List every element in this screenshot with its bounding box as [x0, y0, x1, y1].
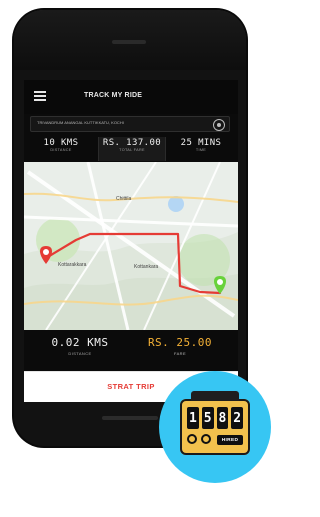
map-label-1: Kottarakkara [58, 262, 87, 268]
meter-digits: 1 5 8 2 [187, 407, 243, 429]
locate-me-icon[interactable] [213, 119, 225, 131]
map-label-2: Kottankara [134, 264, 158, 270]
meter-knob-1 [187, 434, 197, 444]
map-view[interactable]: Chittila Kottarakkara Kottankara [24, 162, 238, 330]
stat-time-label: TIME [195, 148, 207, 152]
top-app-bar: TRACK MY RIDE [24, 80, 238, 114]
map-label-0: Chittila [116, 196, 132, 202]
meter-knob-2 [201, 434, 211, 444]
app-screen: TRACK MY RIDE TRIVANDRUM ANANGAL KUTTIKK… [24, 80, 238, 402]
stat-time: 25 MINS TIME [168, 137, 234, 161]
current-distance-value: 0.02 KMS [51, 336, 109, 349]
meter-controls: HIRED [187, 433, 243, 447]
current-fare-label: FARE [173, 351, 187, 356]
map-canvas[interactable]: Chittila Kottarakkara Kottankara [24, 162, 238, 330]
location-search-field[interactable]: TRIVANDRUM ANANGAL KUTTIKKATU, KOCHI [30, 116, 230, 132]
page-title: TRACK MY RIDE [84, 92, 143, 99]
meter-digit-4: 2 [231, 407, 243, 429]
menu-icon[interactable] [34, 91, 46, 101]
stat-distance: 10 KMS DISTANCE [28, 137, 94, 161]
meter-digit-1: 1 [187, 407, 199, 429]
current-distance: 0.02 KMS DISTANCE [42, 336, 118, 366]
stat-fare: RS. 137.00 TOTAL FARE [98, 137, 166, 161]
trip-summary-stats: 10 KMS DISTANCE RS. 137.00 TOTAL FARE 25… [24, 135, 238, 163]
current-distance-label: DISTANCE [68, 351, 92, 356]
current-fare: RS. 25.00 FARE [140, 336, 220, 366]
taxi-meter-badge: 1 5 8 2 HIRED [159, 371, 271, 483]
current-fare-value: RS. 25.00 [147, 336, 213, 349]
meter-status: HIRED [217, 435, 243, 445]
home-indicator [102, 416, 158, 420]
search-value: TRIVANDRUM ANANGAL KUTTIKKATU, KOCHI [37, 120, 124, 125]
meter-digit-2: 5 [201, 407, 214, 429]
speaker-grill [112, 40, 146, 44]
stat-distance-label: DISTANCE [50, 148, 72, 152]
current-trip-stats: 0.02 KMS DISTANCE RS. 25.00 FARE [24, 330, 238, 370]
meter-digit-3: 8 [216, 407, 229, 429]
meter-top [191, 391, 239, 401]
taxi-meter-icon: 1 5 8 2 HIRED [180, 391, 250, 455]
